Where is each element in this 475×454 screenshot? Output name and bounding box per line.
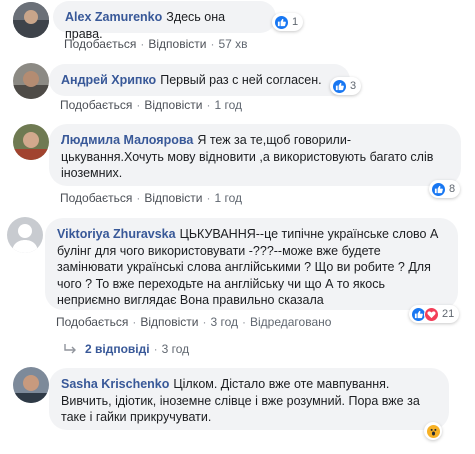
reply-link[interactable]: Відповісти xyxy=(144,98,202,112)
reaction-summary[interactable]: 21 xyxy=(409,305,460,323)
comment-text: Первый раз с ней согласен. xyxy=(160,73,322,87)
avatar[interactable] xyxy=(13,367,49,403)
reaction-count: 3 xyxy=(350,80,357,92)
like-link[interactable]: Подобається xyxy=(64,37,136,51)
view-replies[interactable]: 2 відповіді · 3 год xyxy=(64,342,189,356)
reaction-summary[interactable]: 8 xyxy=(429,180,461,198)
like-reaction-icon xyxy=(274,14,289,30)
comment-actions: Подобається · Відповісти · 3 год · Відредагова… xyxy=(56,315,332,329)
reply-link[interactable]: Відповісти xyxy=(144,191,202,205)
avatar[interactable] xyxy=(13,124,49,160)
replies-count-link[interactable]: 2 відповіді xyxy=(85,342,150,356)
like-link[interactable]: Подобається xyxy=(60,191,132,205)
like-link[interactable]: Подобається xyxy=(56,315,128,329)
comment-actions: Подобається · Відповісти · 1 год xyxy=(60,98,242,112)
timestamp[interactable]: 1 год xyxy=(214,191,242,205)
like-reaction-icon xyxy=(332,78,347,94)
reply-arrow-icon xyxy=(64,343,77,355)
heart-reaction-icon xyxy=(424,306,439,322)
reaction-count: 8 xyxy=(449,183,456,195)
comment-bubble: Viktoriya Zhuravska ЦЬКУВАННЯ--це типічне… xyxy=(45,218,458,310)
comment-author[interactable]: Alex Zamurenko xyxy=(65,10,162,24)
like-reaction-icon xyxy=(431,181,446,197)
comment-author[interactable]: Viktoriya Zhuravska xyxy=(57,227,176,241)
timestamp[interactable]: 57 хв xyxy=(218,37,247,51)
avatar[interactable] xyxy=(13,63,49,99)
comment-bubble: Андрей Хрипко Первый раз с ней согласен. xyxy=(49,64,350,96)
comment-bubble: Alex Zamurenko Здесь она права. xyxy=(53,1,276,41)
comment-bubble: Людмила Малоярова Я теж за те,щоб говорил… xyxy=(49,124,461,186)
reaction-summary[interactable]: 3 xyxy=(330,77,362,95)
comment-actions: Подобається · Відповісти · 57 хв xyxy=(64,37,248,51)
edited-label[interactable]: Відредаговано xyxy=(250,315,331,329)
reply-link[interactable]: Відповісти xyxy=(148,37,206,51)
wow-reaction-icon xyxy=(426,423,441,439)
comment-author[interactable]: Sasha Krischenko xyxy=(61,377,169,391)
reaction-count: 21 xyxy=(442,308,455,320)
avatar[interactable] xyxy=(13,2,49,38)
timestamp[interactable]: 3 год xyxy=(210,315,238,329)
comment-author[interactable]: Андрей Хрипко xyxy=(61,73,156,87)
avatar[interactable] xyxy=(7,217,43,253)
reaction-count: 1 xyxy=(292,16,299,28)
reply-link[interactable]: Відповісти xyxy=(140,315,198,329)
replies-timestamp[interactable]: 3 год xyxy=(162,342,190,356)
reaction-summary[interactable] xyxy=(424,422,442,440)
reaction-summary[interactable]: 1 xyxy=(272,13,304,31)
comment-bubble: Sasha Krischenko Цілком. Дістало вже оте … xyxy=(49,368,449,430)
like-link[interactable]: Подобається xyxy=(60,98,132,112)
timestamp[interactable]: 1 год xyxy=(214,98,242,112)
comment-author[interactable]: Людмила Малоярова xyxy=(61,133,193,147)
comment-actions: Подобається · Відповісти · 1 год xyxy=(60,191,242,205)
